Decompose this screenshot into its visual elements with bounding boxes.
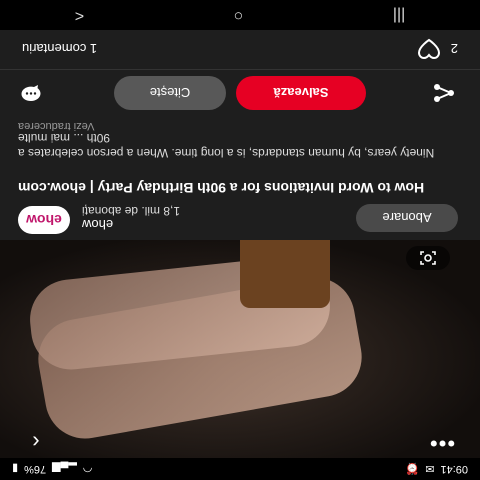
alarm-icon: ⏰ bbox=[405, 462, 420, 475]
share-icon[interactable] bbox=[432, 83, 456, 103]
heart-icon[interactable] bbox=[417, 38, 441, 60]
pin-description[interactable]: Ninety years, by human standards, is a l… bbox=[18, 130, 458, 160]
home-button[interactable]: ○ bbox=[234, 6, 244, 24]
pin-screen: 09:41 ✉ ⏰ ◠ ▂▄▆ 76% ▮ ‹ ••• ehow ehow 1,… bbox=[0, 0, 480, 480]
translate-link[interactable]: Vezi traducerea bbox=[18, 120, 458, 132]
lens-icon bbox=[420, 251, 436, 265]
comments-count[interactable]: 1 comentariu bbox=[22, 41, 142, 56]
save-button[interactable]: Salvează bbox=[236, 76, 366, 110]
brand-name[interactable]: ehow bbox=[82, 217, 242, 232]
back-button[interactable]: ‹ bbox=[22, 430, 50, 455]
comment-icon[interactable] bbox=[20, 84, 42, 102]
status-bar: 09:41 ✉ ⏰ ◠ ▂▄▆ 76% ▮ bbox=[0, 458, 480, 480]
read-button[interactable]: Citește bbox=[114, 76, 226, 110]
wifi-icon: ◠ bbox=[82, 462, 93, 475]
notification-icon: ✉ bbox=[425, 462, 435, 475]
back-nav-button[interactable]: < bbox=[75, 6, 84, 24]
follow-button[interactable]: Abonare bbox=[356, 204, 458, 232]
pin-title: How to Word Invitations for a 90th Birth… bbox=[18, 180, 425, 196]
brand-logo[interactable]: ehow bbox=[18, 206, 70, 234]
signal-icon: ▂▄▆ bbox=[52, 462, 77, 475]
battery-level: 76% bbox=[24, 463, 47, 475]
recents-button[interactable]: ||| bbox=[393, 6, 405, 24]
battery-icon: ▮ bbox=[12, 462, 19, 475]
cane-handle bbox=[240, 240, 330, 308]
status-time: 09:41 bbox=[440, 463, 468, 475]
follower-count: 1,8 mil. de abonați bbox=[82, 204, 181, 218]
likes-count: 2 bbox=[450, 41, 458, 57]
section-divider bbox=[0, 69, 480, 70]
more-options-icon[interactable]: ••• bbox=[424, 430, 460, 456]
system-nav-bar: ||| ○ < bbox=[0, 0, 480, 30]
visual-search-button[interactable] bbox=[406, 246, 450, 270]
pin-image[interactable] bbox=[0, 240, 480, 458]
likes-group: 2 bbox=[417, 38, 458, 60]
